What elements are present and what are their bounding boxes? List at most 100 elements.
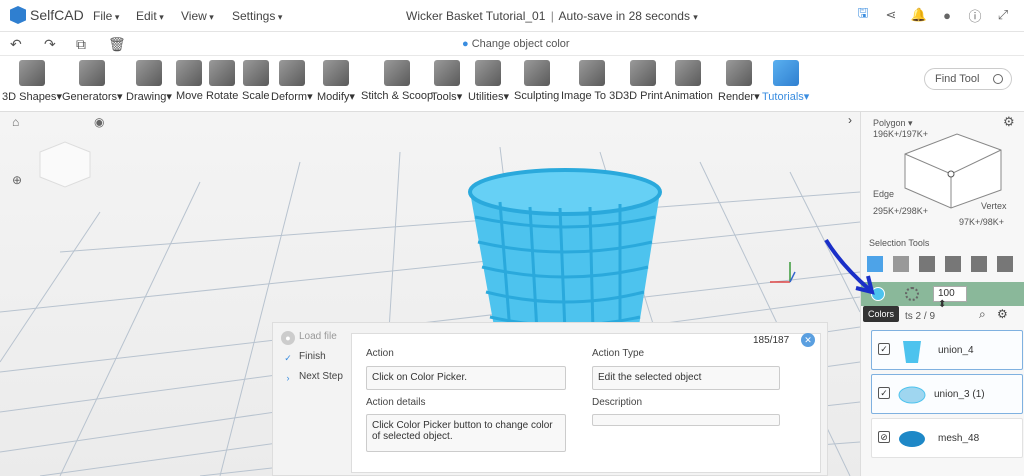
globe-icon[interactable]: ⊕ [12,173,22,187]
document-title[interactable]: Wicker Basket Tutorial_01 | Auto-save in… [406,9,698,23]
select-edge-icon[interactable] [919,256,935,272]
select-face-icon[interactable] [893,256,909,272]
tool-modify[interactable]: Modify▾ [317,60,355,103]
share-icon[interactable]: ⋖ [884,7,898,22]
tool-label: Move [176,90,203,102]
objects-settings-icon[interactable]: ⚙ [997,307,1008,321]
utilities-icon [475,60,502,86]
camera-icon[interactable]: ◉ [94,115,104,129]
object-name: union_4 [938,345,974,356]
tool-sculpting[interactable]: Sculpting [514,60,559,102]
app-logo[interactable]: SelfCAD [10,6,84,24]
tool-label: Scale [242,90,270,102]
tool-stitch-scoop[interactable]: Stitch & Scoop [361,60,433,102]
tool-3d-shapes[interactable]: 3D Shapes▾ [2,60,62,103]
collapse-panel-icon[interactable]: › [848,113,852,127]
undo-icon[interactable]: ↶ [10,36,22,53]
object-name: union_3 (1) [934,389,985,400]
tool-generators[interactable]: Generators▾ [62,60,123,103]
wicker-basket-model[interactable] [468,168,662,333]
visibility-checkbox[interactable]: ✓ [878,387,890,399]
history-bar: ↶ ↷ ⧉ 🗑 ● Change object color [0,32,1024,56]
edge-count: 295K+/298K+ [873,206,929,216]
tool-label: Deform [271,91,308,103]
tool-move[interactable]: Move [176,60,203,102]
rotate-icon [209,60,236,86]
opacity-value: 100 [938,288,955,299]
tool-drawing[interactable]: Drawing▾ [126,60,172,103]
object-item-union-3[interactable]: ✓ union_3 (1) [871,374,1023,414]
object-item-mesh-48[interactable]: ⊘ mesh_48 [871,418,1023,458]
edge-label: Edge [873,189,895,199]
home-view-icon[interactable]: ⌂ [12,115,19,129]
step-counter: 185/187 [753,335,790,346]
disc-thumbnail-icon [898,386,926,404]
visibility-toggle-icon[interactable]: ⊘ [878,431,890,443]
menu-settings[interactable]: Settings [232,9,282,23]
polygon-label: Polygon [873,118,906,128]
tool-label: Animation [664,90,713,102]
drawing-icon [135,60,162,86]
doc-name: Wicker Basket Tutorial_01 [406,9,546,23]
tool-label: Stitch & Scoop [361,90,434,102]
tool-label: Sculpting [514,90,560,102]
copy-icon[interactable]: ⧉ [76,36,86,53]
tool-animation[interactable]: Animation [664,60,713,102]
tool-render[interactable]: Render▾ [718,60,760,103]
user-icon[interactable]: ● [940,8,954,23]
opacity-input[interactable]: 100 ⬍ [933,286,967,310]
notifications-icon[interactable]: 🔔 [911,7,927,22]
action-details-label: Action details [366,397,426,408]
select-loop-icon[interactable] [971,256,987,272]
delete-icon[interactable]: 🗑 [108,36,126,53]
action-label: Action [366,348,394,359]
find-tool-input[interactable]: Find Tool [924,68,1012,90]
fullscreen-icon[interactable]: ⤢ [996,7,1010,22]
step-load-file[interactable]: ● Load file [281,331,343,345]
stitch-scoop-icon [384,60,411,86]
tutorial-panel: ● Load file ✓ Finish › Next Step Action Cli… [272,322,828,476]
tool-utilities[interactable]: Utilities▾ [468,60,509,103]
view-cube[interactable] [39,141,91,188]
select-vertex-icon[interactable] [945,256,961,272]
tool-image-to-3d[interactable]: Image To 3D [561,60,623,102]
animation-icon [675,60,702,86]
tool-label: Utilities [468,91,504,103]
close-tutorial-button[interactable]: ✕ [801,333,815,347]
tool-3d-print[interactable]: 3D Print [623,60,663,102]
save-icon[interactable]: 🖫 [856,5,870,22]
search-icon[interactable]: ⌕ [979,307,986,322]
objects-count: ts 2 / 9 [905,311,936,322]
menu-file[interactable]: File [93,9,119,23]
tool-tutorials[interactable]: Tutorials▾ [762,60,809,103]
tool-label: Modify [317,91,350,103]
tool-scale[interactable]: Scale [242,60,270,102]
select-plane-icon[interactable] [997,256,1013,272]
texture-icon[interactable] [905,287,919,301]
status-message: ● Change object color [462,38,570,50]
selfcad-logo-icon [10,6,26,24]
tool-rotate[interactable]: Rotate [206,60,238,102]
step-finish[interactable]: ✓ Finish [281,351,343,365]
settings-gear-icon[interactable]: ⚙ [1003,114,1015,130]
menu-view[interactable]: View [181,9,214,23]
geometry-selection-diagram [904,133,1002,209]
tool-deform[interactable]: Deform▾ [271,60,313,103]
scale-icon [242,60,269,86]
autosave-status: Auto-save in 28 seconds [558,9,690,23]
tutorials-icon [772,60,799,86]
status-text: Change object color [471,38,570,50]
step-next[interactable]: › Next Step [281,371,343,385]
polygon-mode[interactable]: Polygon ▾ [873,118,913,129]
object-item-union-4[interactable]: ✓ union_4 [871,330,1023,370]
menu-edit[interactable]: Edit [136,9,164,23]
tool-tools[interactable]: Tools▾ [431,60,462,103]
action-type-field: Edit the selected object [592,366,780,390]
tool-label: Rotate [206,90,239,102]
object-name: mesh_48 [938,433,980,444]
redo-icon[interactable]: ↷ [44,36,56,53]
info-icon[interactable]: ⓘ [968,8,982,24]
annotation-arrow-icon [824,238,875,295]
tool-label: 3D Print [623,90,663,102]
visibility-checkbox[interactable]: ✓ [878,343,890,355]
